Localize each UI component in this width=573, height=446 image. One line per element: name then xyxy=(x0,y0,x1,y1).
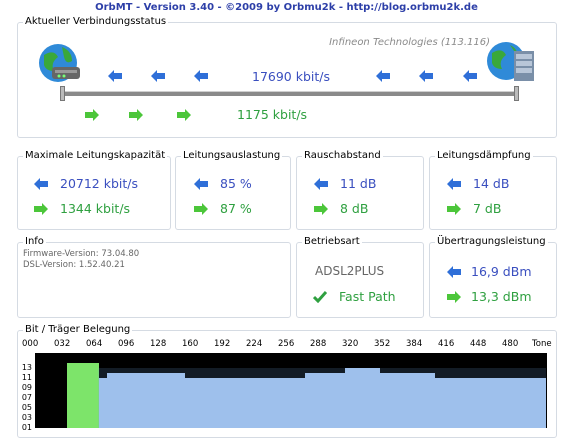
utilization-down: 85 % xyxy=(220,176,252,191)
x-axis-ticks: 000 032 064 096 128 160 192 224 256 288 … xyxy=(22,339,554,350)
x-tick: 160 xyxy=(182,339,199,349)
capacity-up: 1344 kbit/s xyxy=(60,201,131,216)
download-arrow-icon xyxy=(447,178,461,190)
upload-arrow-icon xyxy=(129,109,143,121)
x-tick: 000 xyxy=(22,339,39,349)
x-tick: 448 xyxy=(470,339,487,349)
upload-arrow-icon xyxy=(34,203,48,215)
attenuation-legend: Leitungsdämpfung xyxy=(435,150,533,161)
downstream-bars xyxy=(107,373,185,428)
checkmark-icon xyxy=(313,291,327,303)
utilization-group: Leitungsauslastung 85 % 87 % xyxy=(175,150,291,230)
window-title: OrbMT - Version 3.40 - ©2009 by Orbmu2k … xyxy=(95,2,478,13)
x-tick: 416 xyxy=(438,339,455,349)
downstream-bars xyxy=(345,368,380,428)
download-arrow-icon xyxy=(419,70,433,82)
chipset-label: Infineon Technologies (113.116) xyxy=(329,37,490,48)
upload-arrow-icon xyxy=(447,203,461,215)
y-tick: 09 xyxy=(21,383,32,392)
downstream-rate: 17690 kbit/s xyxy=(252,69,331,84)
download-arrow-icon xyxy=(314,178,328,190)
downstream-bars xyxy=(435,378,546,428)
info-group: Info Firmware-Version: 73.04.80 DSL-Vers… xyxy=(17,236,291,318)
x-tick: 256 xyxy=(278,339,295,349)
connection-status-legend: Aktueller Verbindungsstatus xyxy=(23,16,169,27)
y-tick: 11 xyxy=(21,373,32,382)
power-legend: Übertragungsleistung xyxy=(435,236,548,247)
x-tick: 096 xyxy=(118,339,135,349)
bit-allocation-legend: Bit / Träger Belegung xyxy=(23,324,133,335)
x-tick: 064 xyxy=(86,339,103,349)
max-capacity-legend: Maximale Leitungskapazität xyxy=(23,150,168,161)
download-arrow-icon xyxy=(194,178,208,190)
downstream-bars xyxy=(235,378,305,428)
upstream-rate: 1175 kbit/s xyxy=(237,107,308,122)
upload-arrow-icon xyxy=(85,109,99,121)
info-legend: Info xyxy=(23,236,46,247)
mode-path: Fast Path xyxy=(339,289,396,304)
upload-arrow-icon xyxy=(447,291,461,303)
y-tick: 03 xyxy=(21,413,32,422)
power-down: 16,9 dBm xyxy=(471,264,532,279)
y-axis-ticks: 13 11 09 07 05 03 01 xyxy=(18,353,34,432)
mode-group: Betriebsart ADSL2PLUS Fast Path xyxy=(296,236,424,318)
power-up: 13,3 dBm xyxy=(471,289,532,304)
x-tick: 384 xyxy=(406,339,423,349)
connection-line-end-left xyxy=(60,86,65,101)
mode-legend: Betriebsart xyxy=(302,236,362,247)
x-tick: 032 xyxy=(54,339,71,349)
y-tick: 13 xyxy=(21,363,32,372)
x-tick: 288 xyxy=(310,339,327,349)
modem-globe-icon xyxy=(39,44,80,82)
attenuation-group: Leitungsdämpfung 14 dB 7 dB xyxy=(429,150,557,230)
x-tick: 320 xyxy=(342,339,359,349)
downstream-bars xyxy=(185,378,235,428)
utilization-legend: Leitungsauslastung xyxy=(181,150,283,161)
download-arrow-icon xyxy=(34,178,48,190)
server-globe-icon xyxy=(487,42,534,81)
snr-up: 8 dB xyxy=(340,201,369,216)
download-arrow-icon xyxy=(194,70,208,82)
download-arrow-icon xyxy=(108,70,122,82)
x-tick: 480 xyxy=(502,339,519,349)
upload-arrow-icon xyxy=(177,109,191,121)
snr-legend: Rauschabstand xyxy=(302,150,383,161)
power-group: Übertragungsleistung 16,9 dBm 13,3 dBm xyxy=(429,236,557,318)
snr-down: 11 dB xyxy=(340,176,377,191)
download-arrow-icon xyxy=(463,70,477,82)
utilization-up: 87 % xyxy=(220,201,252,216)
bit-allocation-chart xyxy=(35,353,547,428)
upload-arrow-icon xyxy=(194,203,208,215)
max-capacity-group: Maximale Leitungskapazität 20712 kbit/s … xyxy=(17,150,171,230)
downstream-bars xyxy=(380,373,435,428)
firmware-version: Firmware-Version: 73.04.80 xyxy=(23,249,140,259)
x-tick: Tone xyxy=(532,339,552,349)
download-arrow-icon xyxy=(376,70,390,82)
x-tick: 192 xyxy=(214,339,231,349)
x-tick: 224 xyxy=(246,339,263,349)
upload-arrow-icon xyxy=(314,203,328,215)
download-arrow-icon xyxy=(447,266,461,278)
connection-status-group: Aktueller Verbindungsstatus Infineon Tec… xyxy=(17,16,557,138)
attenuation-down: 14 dB xyxy=(473,176,510,191)
mode-standard: ADSL2PLUS xyxy=(315,264,385,278)
y-tick: 01 xyxy=(21,423,32,432)
x-tick: 352 xyxy=(374,339,391,349)
capacity-down: 20712 kbit/s xyxy=(60,176,139,191)
y-tick: 05 xyxy=(21,403,32,412)
attenuation-up: 7 dB xyxy=(473,201,502,216)
bit-allocation-group: Bit / Träger Belegung 000 032 064 096 12… xyxy=(17,324,557,438)
y-tick: 07 xyxy=(21,393,32,402)
dsl-version: DSL-Version: 1.52.40.21 xyxy=(23,260,125,270)
connection-line-end-right xyxy=(514,86,519,101)
snr-group: Rauschabstand 11 dB 8 dB xyxy=(296,150,424,230)
upstream-bars xyxy=(67,363,99,428)
x-tick: 128 xyxy=(150,339,167,349)
connection-line xyxy=(62,91,516,96)
download-arrow-icon xyxy=(151,70,165,82)
